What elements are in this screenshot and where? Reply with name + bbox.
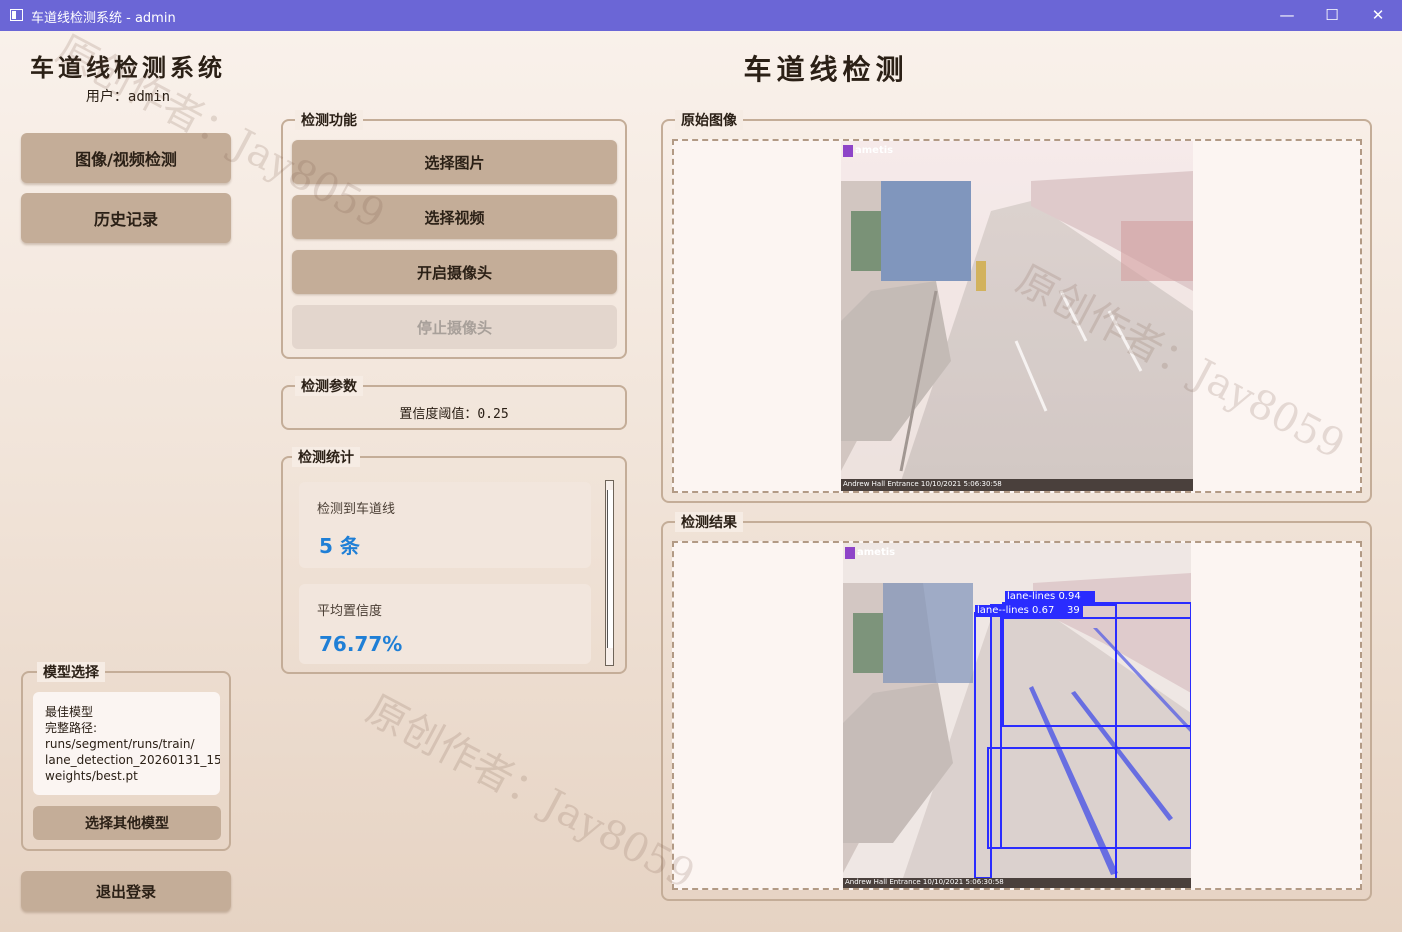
original-image-frame: ametis Andrew Hall Entrance 10/10/2021 5…: [672, 139, 1362, 493]
original-image-group: 原始图像 ametis Andrew Hall Entrance 10/10/2…: [661, 110, 1372, 503]
open-camera-button[interactable]: 开启摄像头: [292, 250, 617, 294]
detect-params-title: 检测参数: [295, 376, 363, 396]
result-image-logo: ametis: [857, 547, 896, 558]
close-button[interactable]: ✕: [1355, 0, 1401, 31]
stop-camera-button[interactable]: 停止摄像头: [292, 305, 617, 349]
user-info: 用户：admin: [28, 86, 228, 106]
app-icon: [10, 9, 23, 21]
watermark: 原创作者：Jay8059: [358, 686, 702, 899]
lanes-count-value: 5 条: [319, 534, 360, 558]
avg-confidence-card: 平均置信度 76.77%: [299, 584, 591, 664]
model-info-line: 完整路径:: [45, 721, 98, 735]
username: admin: [127, 89, 171, 105]
confidence-threshold: 置信度阈值：0.25: [283, 403, 625, 422]
detect-stats-title: 检测统计: [292, 447, 360, 467]
scrollbar-thumb[interactable]: [607, 490, 613, 648]
detection-label: lane--lines 0.67: [977, 605, 1055, 616]
confidence-value: 0.25: [477, 407, 509, 422]
minimize-button[interactable]: —: [1264, 0, 1310, 31]
app-brand-title: 车道线检测系统: [30, 53, 226, 82]
nav-history-button[interactable]: 历史记录: [21, 193, 231, 243]
model-info-box: 最佳模型 完整路径: runs/segment/runs/train/ lane…: [33, 692, 220, 795]
maximize-button[interactable]: ☐: [1309, 0, 1355, 31]
model-info-line: runs/segment/runs/train/: [45, 737, 195, 751]
logout-button[interactable]: 退出登录: [21, 871, 231, 911]
image-logo: ametis: [855, 145, 894, 156]
original-image-title: 原始图像: [675, 110, 743, 130]
detect-stats-group: 检测统计 检测到车道线 5 条 平均置信度 76.77%: [281, 447, 627, 674]
user-label: 用户：: [85, 89, 128, 105]
detection-label: lane-lines 0.94: [1007, 591, 1081, 602]
original-image: ametis Andrew Hall Entrance 10/10/2021 5…: [841, 141, 1193, 491]
model-select-title: 模型选择: [37, 662, 105, 682]
detect-func-group: 检测功能 选择图片 选择视频 开启摄像头 停止摄像头: [281, 110, 627, 359]
model-info-line: weights/best.pt: [45, 769, 138, 783]
select-other-model-button[interactable]: 选择其他模型: [33, 806, 221, 840]
model-info-line: lane_detection_20260131_155: [45, 753, 220, 767]
detect-params-group: 检测参数 置信度阈值：0.25: [281, 376, 627, 430]
select-video-button[interactable]: 选择视频: [292, 195, 617, 239]
avg-confidence-label: 平均置信度: [317, 604, 383, 619]
avg-confidence-value: 76.77%: [319, 632, 403, 656]
nav-detect-button[interactable]: 图像/视频检测: [21, 133, 231, 183]
model-select-group: 模型选择 最佳模型 完整路径: runs/segment/runs/train/…: [21, 662, 231, 851]
result-image-caption: Andrew Hall Entrance 10/10/2021 5:06:30:…: [845, 878, 1004, 886]
detection-label: 39: [1067, 605, 1080, 616]
title-bar: 车道线检测系统 - admin — ☐ ✕: [0, 0, 1402, 31]
lanes-count-label: 检测到车道线: [317, 502, 396, 517]
result-image-frame: ametis lane-lines 0.94 lane--lines 0.67 …: [672, 541, 1362, 890]
detect-func-title: 检测功能: [295, 110, 363, 130]
stats-scrollbar[interactable]: [605, 480, 614, 666]
model-info-line: 最佳模型: [45, 705, 94, 719]
result-image-group: 检测结果 ametis lane-lines 0.94 lane--lines …: [661, 512, 1372, 901]
select-image-button[interactable]: 选择图片: [292, 140, 617, 184]
page-title: 车道线检测: [743, 53, 909, 86]
result-image-title: 检测结果: [675, 512, 743, 532]
lanes-count-card: 检测到车道线 5 条: [299, 482, 591, 568]
window-title: 车道线检测系统 - admin: [31, 11, 176, 26]
result-image: ametis lane-lines 0.94 lane--lines 0.67 …: [843, 543, 1191, 888]
confidence-label: 置信度阈值：: [399, 407, 478, 422]
image-caption: Andrew Hall Entrance 10/10/2021 5:06:30:…: [843, 480, 1002, 488]
